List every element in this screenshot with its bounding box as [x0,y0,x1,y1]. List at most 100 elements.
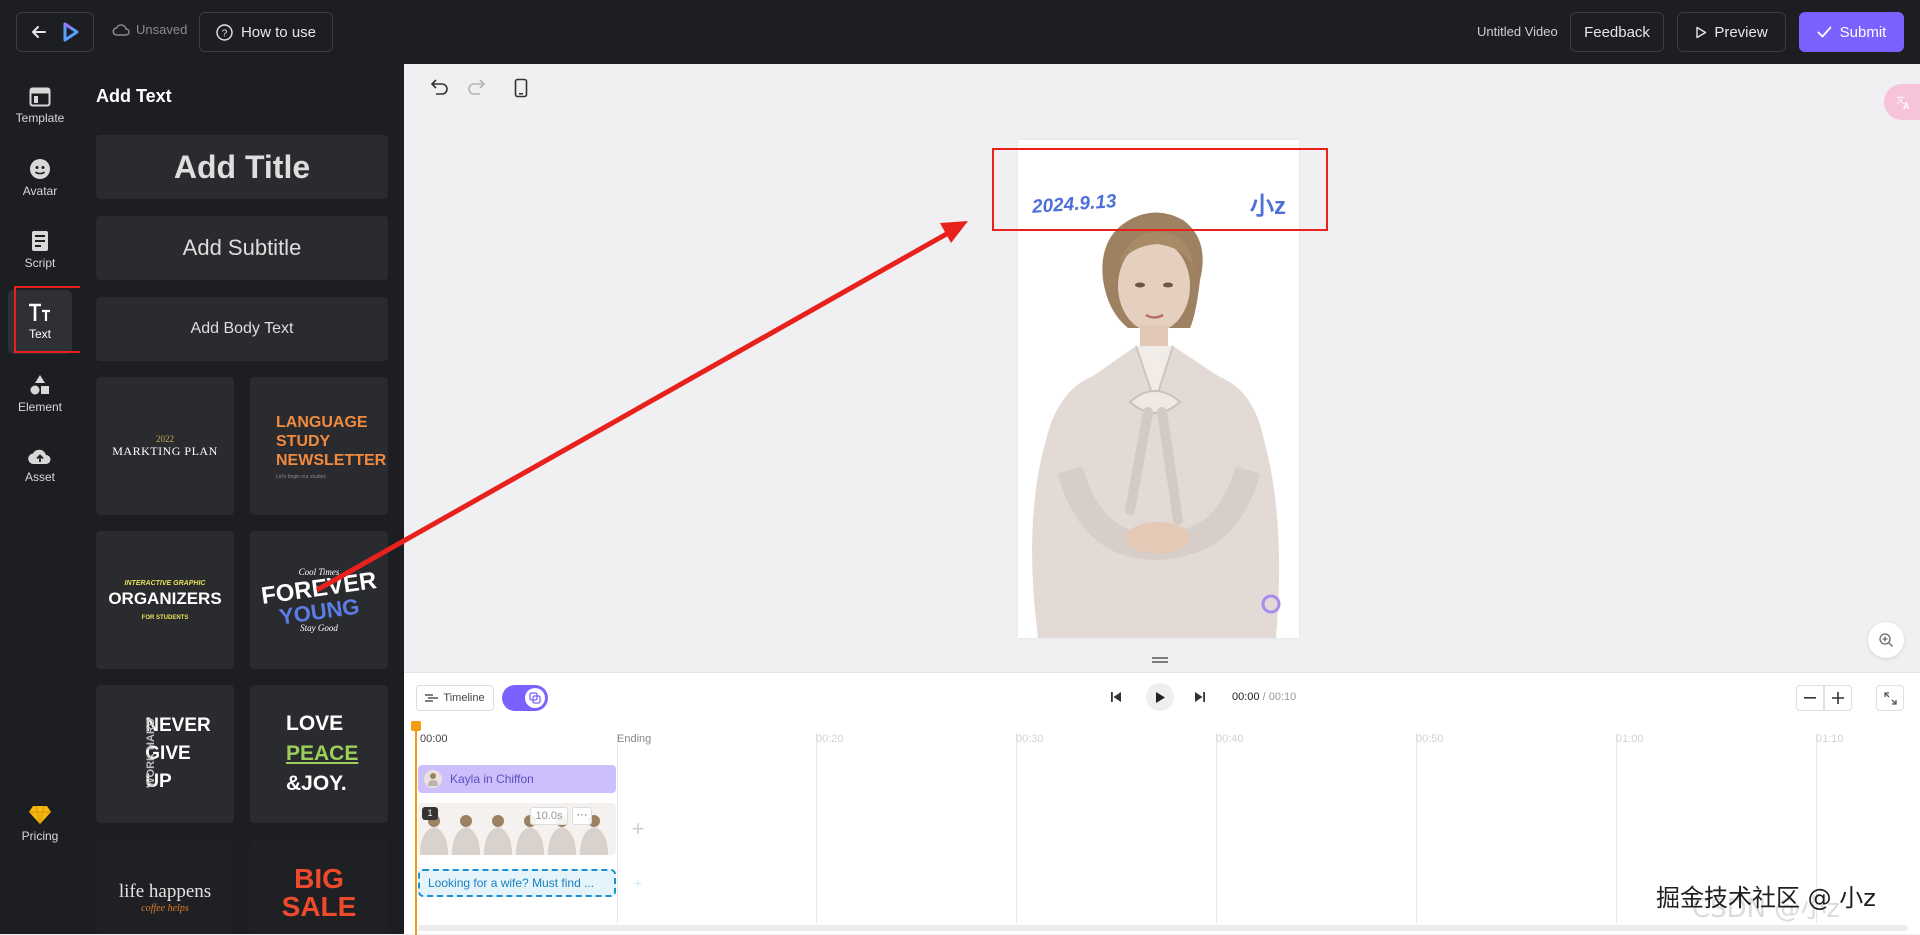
script-clip-label: Looking for a wife? Must find ... [428,876,595,890]
layout-icon [29,87,51,107]
template-line: 2022 [156,433,174,444]
add-subtitle-button[interactable]: Add Subtitle [96,216,388,280]
cloud-icon [112,23,130,37]
template-line: MARKTING PLAN [112,443,218,458]
mobile-aspect-icon[interactable] [514,78,528,98]
template-line: NEWSLETTER [276,451,387,469]
text-template-life-happens[interactable]: life happens coffee helps [96,839,234,934]
sidebar-item-script[interactable]: Script [8,218,72,282]
template-line: LOVE [286,712,344,735]
top-bar: Unsaved ? How to use Untitled Video Feed… [0,0,1920,64]
text-template-language-newsletter[interactable]: LANGUAGE STUDY NEWSLETTER Let's begin ou… [250,377,388,515]
sidebar-item-element[interactable]: Element [8,362,72,426]
ruler-line [617,733,618,923]
zoom-out-timeline-icon[interactable] [1796,685,1824,711]
feedback-label: Feedback [1584,23,1650,41]
zoom-in-icon[interactable] [1868,622,1904,658]
svg-text:A: A [1903,101,1910,110]
view-mode-switch[interactable] [502,685,548,711]
text-template-marketing-plan[interactable]: 2022 MARKTING PLAN [96,377,234,515]
redo-icon[interactable] [466,78,486,96]
avatar-track-clip[interactable]: Kayla in Chiffon [418,765,616,793]
svg-text:?: ? [222,28,228,39]
total-time: / 00:10 [1262,691,1297,703]
sidebar-item-asset[interactable]: Asset [8,434,72,498]
text-template-big-sale[interactable]: BIG SALE [250,839,388,934]
template-line: BIG [294,863,344,894]
feedback-button[interactable]: Feedback [1570,12,1664,52]
video-title[interactable]: Untitled Video [1477,24,1558,39]
preview-button[interactable]: Preview [1677,12,1786,52]
skip-back-icon[interactable] [1110,691,1122,703]
ruler-line [1616,733,1617,923]
text-template-never-give-up[interactable]: WORK HARD NEVER GIVE UP [96,685,234,823]
annotation-highlight-box [992,148,1328,231]
scene-clip[interactable]: 1 10.0s ··· [418,803,616,855]
sidebar-item-label: Asset [24,470,55,484]
add-title-button[interactable]: Add Title [96,135,388,199]
ruler-tick: 00:20 [816,733,844,745]
ruler-tick: 00:00 [420,733,448,745]
ruler-tick: 01:10 [1816,733,1844,745]
sidebar-item-label: Script [24,256,56,270]
preview-label: Preview [1714,23,1768,41]
playhead[interactable] [415,723,417,935]
arrow-left-icon [29,22,49,42]
layers-icon [525,688,545,708]
back-logo-button[interactable] [16,12,94,52]
ruler-line [816,733,817,923]
template-line: ORGANIZERS [108,588,222,608]
sidebar-item-label: Avatar [22,184,58,198]
timeline-toggle-button[interactable]: Timeline [416,685,494,711]
playhead-handle[interactable] [411,721,421,731]
ruler-tick: 01:00 [1616,733,1644,745]
scene-more-button[interactable]: ··· [572,807,592,825]
how-to-use-button[interactable]: ? How to use [199,12,333,52]
template-side-line: WORK HARD [144,718,157,788]
unsaved-status: Unsaved [112,22,187,37]
ruler-line [1216,733,1217,923]
panel-title: Add Text [96,86,172,106]
zoom-in-timeline-icon[interactable] [1824,685,1852,711]
watermark: 掘金技术社区 @ 小z [1656,884,1876,912]
template-line: LANGUAGE [276,413,368,431]
play-button[interactable] [1146,683,1174,711]
how-to-use-label: How to use [240,23,317,41]
text-template-organizers[interactable]: INTERACTIVE GRAPHIC ORGANIZERS FOR STUDE… [96,531,234,669]
undo-icon[interactable] [430,78,450,96]
translate-icon[interactable]: 文A [1884,84,1920,120]
sidebar-item-pricing[interactable]: Pricing [8,792,72,856]
scene-number-badge: 1 [422,807,438,820]
script-icon [30,230,50,252]
add-scene-button[interactable]: + [622,811,654,847]
play-outline-icon [1695,26,1707,39]
template-line: FOR STUDENTS [141,614,189,621]
script-clip[interactable]: Looking for a wife? Must find ... [418,869,616,897]
timeline-scrollbar[interactable] [418,925,1908,931]
sidebar-item-template[interactable]: Template [8,74,72,138]
template-line: &JOY. [286,772,347,795]
submit-button[interactable]: Submit [1799,12,1904,52]
template-line: coffee helps [141,903,189,914]
template-line: STUDY [276,432,331,450]
text-template-love-peace-joy[interactable]: LOVE PEACE &JOY. [250,685,388,823]
check-icon [1817,26,1832,38]
template-line: INTERACTIVE GRAPHIC [124,579,206,587]
sidebar-item-avatar[interactable]: Avatar [8,146,72,210]
avatar-icon [29,158,51,180]
ruler-tick: 00:30 [1016,733,1044,745]
avatar-track-label: Kayla in Chiffon [450,772,534,786]
add-body-text-button[interactable]: Add Body Text [96,297,388,361]
skip-forward-icon[interactable] [1194,691,1206,703]
time-display: 00:00 / 00:10 [1232,691,1296,703]
text-template-forever-young[interactable]: Cool Times FOREVER YOUNG Stay Good [250,531,388,669]
scene-duration: 10.0s [530,807,568,825]
sidebar-item-label: Pricing [21,829,59,843]
template-line: SALE [281,891,357,922]
diamond-icon [28,805,52,825]
fit-timeline-icon[interactable] [1876,685,1904,711]
resize-handle-icon[interactable] [1152,656,1168,664]
add-script-button[interactable]: + [626,871,650,895]
app-logo-icon [59,21,81,43]
submit-label: Submit [1839,23,1887,41]
